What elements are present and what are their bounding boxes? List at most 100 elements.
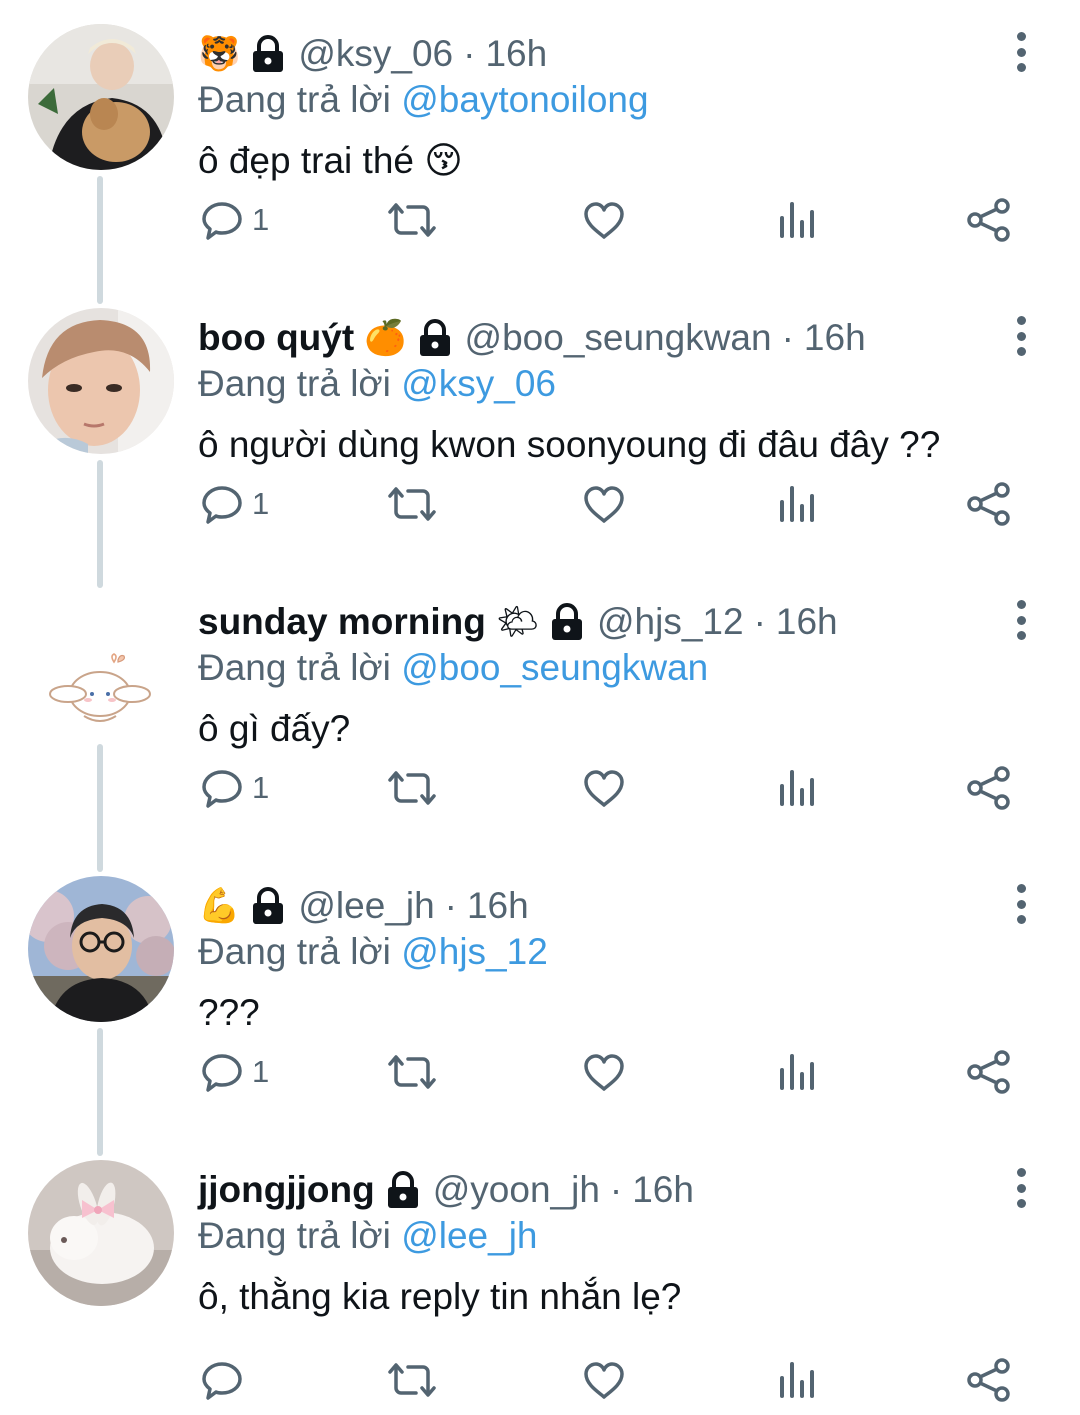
profile-emoji: 🌤 [495,602,539,642]
view-stats-button[interactable] [778,1352,816,1408]
retweet-button[interactable] [386,760,438,816]
tweet-actions: 1 [0,1044,1080,1100]
view-stats-button[interactable] [778,1044,816,1100]
tweet[interactable]: 💪 @lee_jh · 16h Đang trả lời @hjs_12 ???… [0,852,1080,1156]
avatar[interactable] [28,308,174,454]
reply-button[interactable]: 1 [200,476,269,532]
tweet-text: ô, thằng kia reply tin nhắn lẹ? [198,1276,682,1317]
timestamp[interactable]: 16h [776,596,838,648]
heart-icon [584,1362,624,1399]
replying-to-handle[interactable]: @lee_jh [401,1215,537,1256]
heart-icon [584,486,624,523]
reply-button[interactable] [200,1352,252,1408]
reply-icon [202,486,242,524]
tweet-actions: 1 [0,192,1080,248]
timestamp[interactable]: 16h [485,28,547,80]
user-handle[interactable]: @hjs_12 [597,596,744,648]
heart-icon [584,202,624,239]
lock-icon [549,603,585,641]
replying-to-handle[interactable]: @ksy_06 [401,363,556,404]
reply-thread: 🐯 @ksy_06 · 16h Đang trả lời @baytonoilo… [0,0,1080,1415]
share-button[interactable] [966,760,1012,816]
reply-button[interactable]: 1 [200,192,269,248]
share-icon [967,198,1010,242]
more-options-icon[interactable] [1008,1168,1034,1208]
replying-to-label: Đang trả lời [198,363,391,404]
tweet-actions: 1 [0,476,1080,532]
replying-to-handle[interactable]: @baytonoilong [401,79,648,120]
analytics-icon [780,1362,814,1398]
share-button[interactable] [966,476,1012,532]
share-button[interactable] [966,1044,1012,1100]
retweet-button[interactable] [386,1044,438,1100]
separator-dot: · [463,33,476,74]
share-button[interactable] [966,192,1012,248]
replying-to-handle[interactable]: @boo_seungkwan [401,647,708,688]
share-icon [967,1050,1010,1094]
replying-to-handle[interactable]: @hjs_12 [401,931,548,972]
reply-button[interactable]: 1 [200,1044,269,1100]
view-stats-button[interactable] [778,760,816,816]
avatar[interactable] [28,592,174,738]
replying-to-label: Đang trả lời [198,931,391,972]
like-button[interactable] [582,1044,626,1100]
lock-icon [417,319,453,357]
tweet[interactable]: jjongjjong @yoon_jh · 16h Đang trả lời @… [0,1136,1080,1415]
user-handle[interactable]: @lee_jh [298,880,434,932]
tweet-header: boo quýt 🍊 @boo_seungkwan · 16h [198,312,866,364]
view-stats-button[interactable] [778,192,816,248]
avatar[interactable] [28,876,174,1022]
tweet[interactable]: boo quýt 🍊 @boo_seungkwan · 16h Đang trả… [0,284,1080,588]
analytics-icon [780,770,814,806]
retweet-button[interactable] [386,476,438,532]
reply-count: 1 [252,770,270,805]
avatar[interactable] [28,24,174,170]
view-stats-button[interactable] [778,476,816,532]
like-button[interactable] [582,192,626,248]
reply-icon [202,1054,242,1092]
separator-dot: · [781,317,794,358]
retweet-icon [388,771,436,805]
replying-to-label: Đang trả lời [198,1215,391,1256]
tweet-actions [0,1352,1080,1408]
more-options-icon[interactable] [1008,32,1034,72]
user-handle[interactable]: @ksy_06 [298,28,453,80]
avatar-person-cherry-blossom-image [28,876,174,1022]
tweet-text: ô gì đấy? [198,708,351,749]
reply-button[interactable]: 1 [200,760,269,816]
like-button[interactable] [582,476,626,532]
tweet-header: sunday morning 🌤 @hjs_12 · 16h [198,596,838,648]
display-name[interactable]: sunday morning [198,596,486,648]
tweet[interactable]: sunday morning 🌤 @hjs_12 · 16h Đang trả … [0,568,1080,872]
retweet-button[interactable] [386,1352,438,1408]
tweet-text: ??? [198,992,260,1033]
tweet-header: jjongjjong @yoon_jh · 16h [198,1164,694,1216]
replying-to-label: Đang trả lời [198,647,391,688]
like-button[interactable] [582,760,626,816]
share-button[interactable] [966,1352,1012,1408]
avatar[interactable] [28,1160,174,1306]
user-handle[interactable]: @boo_seungkwan [465,312,772,364]
more-options-icon[interactable] [1008,316,1034,356]
user-handle[interactable]: @yoon_jh [433,1164,600,1216]
reply-icon [202,770,242,808]
retweet-button[interactable] [386,192,438,248]
timestamp[interactable]: 16h [632,1164,694,1216]
retweet-icon [388,487,436,521]
analytics-icon [780,202,814,238]
more-options-icon[interactable] [1008,600,1034,640]
display-name[interactable]: jjongjjong [198,1164,375,1216]
display-name[interactable]: boo quýt [198,312,354,364]
separator-dot: · [609,1169,623,1210]
tweet-actions: 1 [0,760,1080,816]
replying-to: Đang trả lời @boo_seungkwan [198,644,708,692]
like-button[interactable] [582,1352,626,1408]
replying-to: Đang trả lời @hjs_12 [198,928,548,976]
retweet-icon [388,1055,436,1089]
more-options-icon[interactable] [1008,884,1034,924]
timestamp[interactable]: 16h [467,880,529,932]
timestamp[interactable]: 16h [804,312,866,364]
lock-icon [250,887,286,925]
tweet-text: ô người dùng kwon soonyoung đi đâu đây ?… [198,424,941,465]
tweet[interactable]: 🐯 @ksy_06 · 16h Đang trả lời @baytonoilo… [0,0,1080,304]
